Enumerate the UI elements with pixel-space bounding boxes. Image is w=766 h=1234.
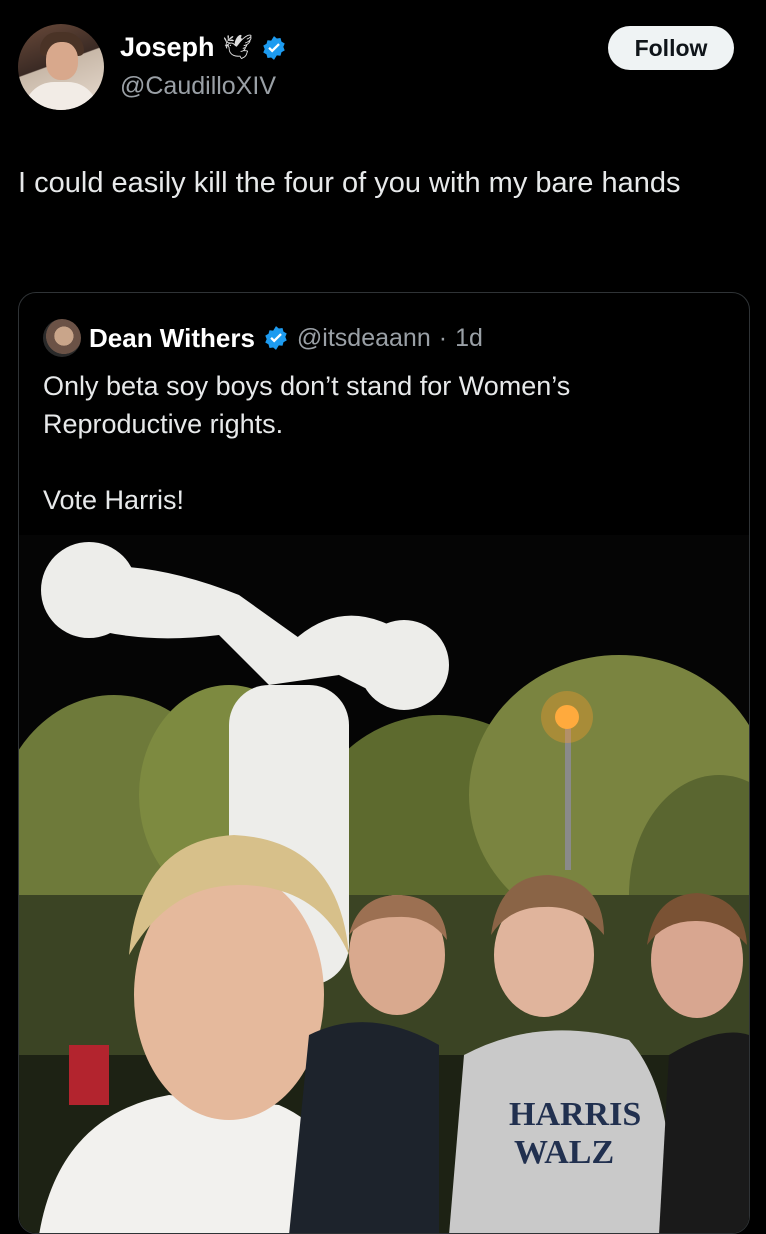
quoted-post-header: Dean Withers @itsdeaann · 1d	[43, 319, 483, 357]
follow-button[interactable]: Follow	[608, 26, 734, 70]
post-text: I could easily kill the four of you with…	[18, 167, 681, 199]
verified-badge-icon	[265, 326, 287, 350]
author-handle[interactable]: @CaudilloXIV	[120, 72, 276, 101]
dove-emoji-icon: 🕊	[222, 34, 253, 61]
post-header: Joseph 🕊 @CaudilloXIV Follow	[18, 24, 734, 114]
sweatshirt-text-line1: HARRIS	[509, 1096, 641, 1133]
author-name-row: Joseph 🕊	[120, 32, 287, 63]
author-name[interactable]: Joseph	[120, 32, 215, 63]
quoted-post-card[interactable]: Dean Withers @itsdeaann · 1d Only beta s…	[18, 292, 750, 1234]
quoted-time[interactable]: 1d	[455, 324, 483, 353]
quoted-author-avatar[interactable]	[43, 319, 81, 357]
separator-dot: ·	[438, 323, 448, 352]
quoted-author-handle[interactable]: @itsdeaann	[297, 324, 431, 353]
quoted-author-name[interactable]: Dean Withers	[89, 323, 255, 354]
quoted-post-text: Only beta soy boys don’t stand for Women…	[43, 371, 571, 515]
quoted-post-photo[interactable]: HARRIS WALZ	[19, 535, 749, 1233]
author-avatar[interactable]	[18, 24, 104, 110]
photo-scene: HARRIS WALZ	[19, 535, 749, 1233]
sweatshirt-text-line2: WALZ	[514, 1134, 614, 1171]
verified-badge-icon	[263, 35, 285, 60]
